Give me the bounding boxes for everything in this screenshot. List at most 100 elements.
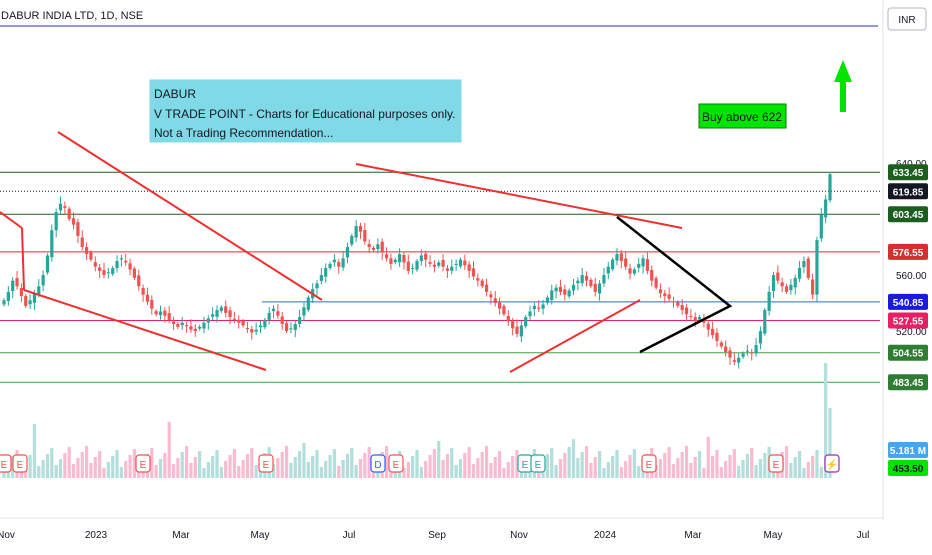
volume-bar <box>458 459 463 478</box>
volume-bar <box>76 458 80 478</box>
volume-bar <box>85 446 89 478</box>
volume-bar <box>471 464 476 478</box>
volume-bar <box>424 461 428 478</box>
buy-callout-text: Buy above 622 <box>702 110 782 124</box>
candle-body <box>206 318 210 323</box>
volume-bar <box>663 453 667 478</box>
volume-bar <box>550 448 554 478</box>
volume-bar <box>193 457 197 478</box>
candle-body <box>824 199 828 218</box>
event-marker-label: D <box>374 460 381 471</box>
volume-bar <box>80 452 84 478</box>
candle-body <box>663 293 667 297</box>
candle-body <box>180 322 184 326</box>
volume-bar <box>624 461 628 478</box>
candle-body <box>76 222 80 236</box>
candle-body <box>324 268 328 277</box>
volume-bar <box>67 447 71 478</box>
candle-body <box>597 283 602 294</box>
event-marker-label: E <box>646 460 653 471</box>
volume-bar <box>219 467 223 478</box>
candle-body <box>250 329 254 333</box>
volume-bar <box>619 467 623 478</box>
volume-bar <box>789 463 793 478</box>
volume-bar <box>315 450 319 478</box>
volume-tag-label: 5.181 M <box>890 446 926 457</box>
candle-body <box>789 284 793 291</box>
candle-body <box>237 319 241 323</box>
price-tag-label: 576.55 <box>893 248 924 259</box>
volume-bar <box>602 468 606 478</box>
candle-body <box>115 261 119 269</box>
volume-bar <box>358 459 363 478</box>
volume-bar <box>741 460 745 478</box>
volume-bar <box>702 468 706 478</box>
candle-body <box>50 230 54 258</box>
up-arrow-icon <box>834 60 852 112</box>
x-tick-label: Jul <box>343 530 356 541</box>
candle-body <box>24 296 28 306</box>
candles <box>2 172 832 369</box>
annotation-line-1: DABUR <box>154 87 196 101</box>
candle-body <box>45 255 50 273</box>
candle-body <box>102 270 106 276</box>
candle-body <box>589 279 593 287</box>
candle-body <box>584 275 589 281</box>
currency-label[interactable]: INR <box>898 15 915 26</box>
volume-bar <box>667 447 671 478</box>
volume-bar <box>454 465 458 478</box>
candle-body <box>511 321 515 329</box>
candle-body <box>671 301 676 303</box>
candle-body <box>6 291 10 302</box>
volume-bar <box>819 467 823 478</box>
candle-body <box>306 297 310 310</box>
candle-body <box>376 244 380 250</box>
candle-body <box>332 259 336 263</box>
annotation-line-3: Not a Trading Recommendation... <box>154 126 333 140</box>
candle-body <box>797 268 802 279</box>
candle-body <box>684 307 689 315</box>
candle-body <box>58 203 63 211</box>
candle-body <box>328 263 332 269</box>
candle-body <box>628 268 632 274</box>
candle-body <box>624 258 628 267</box>
candle-body <box>767 291 771 311</box>
volume-bar <box>50 448 54 478</box>
x-tick-label: May <box>251 530 270 541</box>
candle-body <box>519 325 523 337</box>
volume-bar <box>293 457 297 478</box>
candle-body <box>754 345 758 354</box>
volume-bar <box>797 451 802 478</box>
price-tag-label: 603.45 <box>893 210 924 221</box>
volume-bar <box>289 463 293 478</box>
candle-body <box>2 300 6 305</box>
volume-bar <box>167 422 171 478</box>
volume-bar <box>319 467 323 478</box>
candle-body <box>567 290 571 297</box>
candle-body <box>745 350 749 352</box>
candle-body <box>271 308 276 312</box>
volume-bar <box>815 450 819 478</box>
candle-body <box>371 247 376 250</box>
candle-body <box>411 268 415 270</box>
y-tick-label: 520.00 <box>896 327 927 338</box>
candle-body <box>167 313 171 320</box>
candle-body <box>763 310 767 334</box>
volume-bar <box>437 441 441 478</box>
volume-bar <box>241 460 245 478</box>
candle-body <box>728 350 732 358</box>
volume-bar <box>306 462 310 478</box>
event-marker-label: E <box>263 460 270 471</box>
volume-bar <box>811 456 815 478</box>
volume-bar <box>245 454 250 478</box>
volume-bar <box>311 456 315 478</box>
volume-bar <box>732 449 736 478</box>
candle-body <box>15 278 19 287</box>
y-tick-label: 560.00 <box>896 271 927 282</box>
candle-body <box>93 262 97 267</box>
candle-body <box>537 307 541 309</box>
x-tick-label: Jul <box>857 530 870 541</box>
candle-body <box>541 304 545 309</box>
candle-body <box>263 319 267 328</box>
candle-body <box>806 258 810 278</box>
